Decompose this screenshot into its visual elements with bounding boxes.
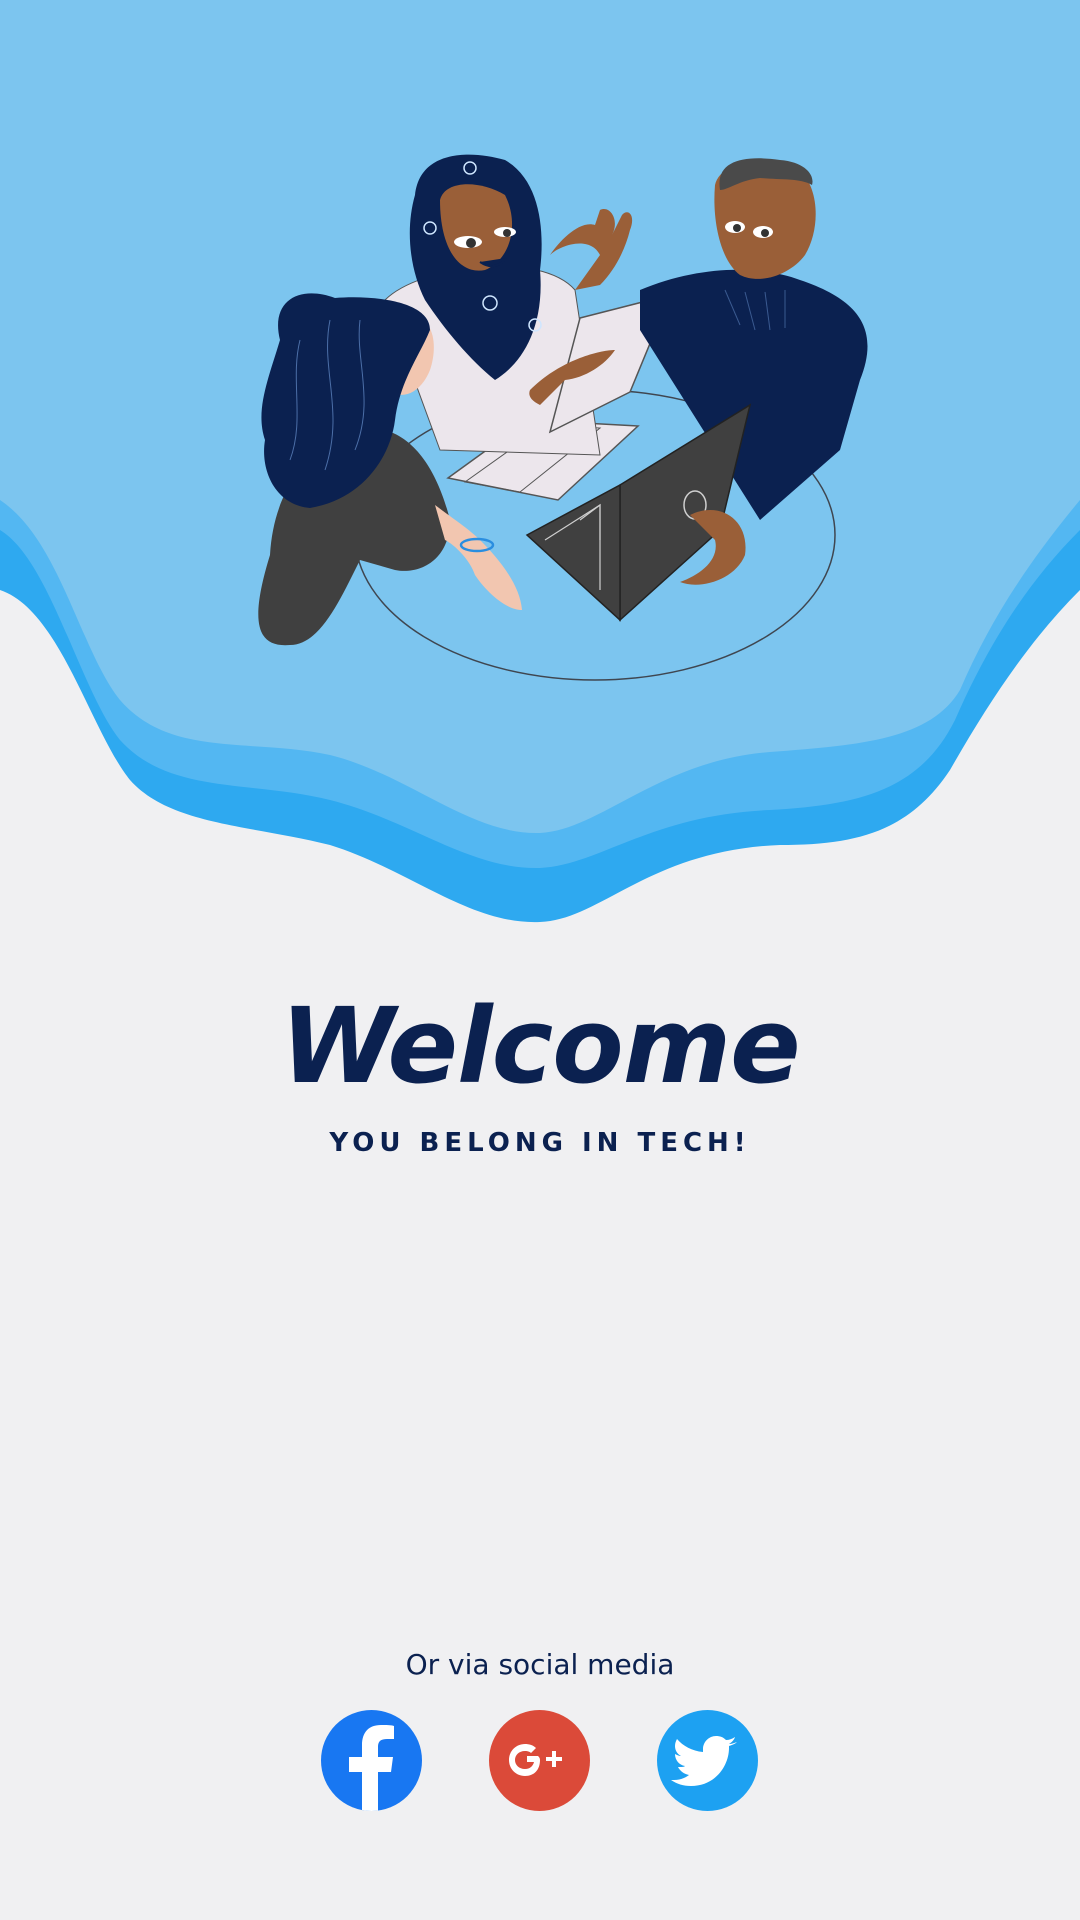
google-plus-icon — [509, 1744, 562, 1776]
social-caption: Or via social media — [405, 1648, 675, 1681]
twitter-button[interactable] — [657, 1710, 758, 1811]
twitter-icon — [671, 1736, 737, 1786]
facebook-icon — [349, 1725, 394, 1811]
welcome-subtitle: YOU BELONG IN TECH! — [329, 1128, 751, 1158]
google-plus-button[interactable] — [489, 1710, 590, 1811]
social-buttons — [0, 1710, 1080, 1811]
hero-illustration — [0, 0, 1080, 940]
team-meeting-illustration — [0, 0, 1080, 923]
facebook-button[interactable] — [321, 1710, 422, 1811]
welcome-title: Welcome — [280, 985, 800, 1107]
